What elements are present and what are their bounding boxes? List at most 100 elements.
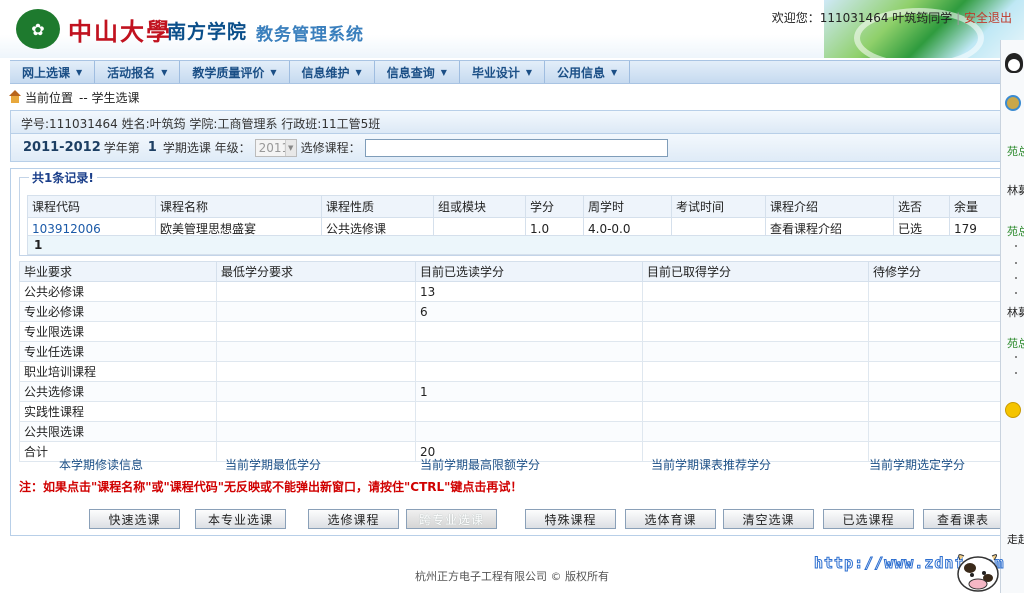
term-max-credit-link[interactable]: 当前学期最高限额学分 <box>420 456 540 473</box>
menu-info-maintenance[interactable]: 信息维护 ▼ <box>290 61 375 83</box>
credit-cell <box>868 401 1011 422</box>
menu-activity-registration[interactable]: 活动报名 ▼ <box>95 61 181 83</box>
credit-cell <box>868 281 1011 302</box>
page-number-link[interactable]: 1 <box>34 238 42 252</box>
menu-label: 教学质量评价 <box>192 65 265 80</box>
column-header: 毕业要求 <box>19 261 217 282</box>
special-course-button[interactable]: 特殊课程 <box>525 509 616 529</box>
action-buttons: 快速选课 本专业选课 选修课程 跨专业选课 特殊课程 选体育课 清空选课 已选课… <box>89 509 1009 531</box>
credit-cell <box>642 421 869 442</box>
system-name: 教务管理系统 <box>256 25 364 45</box>
chat-side-panel: 苑总 林募 苑总 林募 苑总 走起 <box>1000 40 1024 593</box>
menu-label: 信息查询 <box>386 65 435 80</box>
credit-summary-table: 毕业要求 最低学分要求 目前已选读学分 目前已取得学分 待修学分 公共必修课 13… <box>19 261 1011 462</box>
cow-mascot-icon <box>957 554 999 592</box>
qq-penguin-icon[interactable] <box>1005 53 1023 73</box>
cross-major-button[interactable]: 跨专业选课 <box>406 509 497 529</box>
credit-table-body: 公共必修课 13 专业必修课 6 专业限选课 专业任选课 职业培训课程 公共选修课 1 实践性课程… <box>19 281 1011 462</box>
column-header: 学分 <box>525 195 584 218</box>
credit-cell <box>216 381 416 402</box>
credit-cell <box>415 401 643 422</box>
logout-link[interactable]: 安全退出 <box>964 11 1012 25</box>
smiley-emoji-icon[interactable] <box>1005 402 1021 418</box>
menu-label: 信息维护 <box>301 65 350 80</box>
menu-info-query[interactable]: 信息查询 ▼ <box>375 61 460 83</box>
credit-cell: 6 <box>415 301 643 322</box>
menu-online-course-selection[interactable]: 网上选课 ▼ <box>10 61 96 83</box>
chevron-down-icon: ▼ <box>525 67 533 77</box>
grade-select[interactable]: 2011 ▼ <box>254 138 297 157</box>
credit-cell <box>415 321 643 342</box>
chevron-down-icon: ▼ <box>270 67 277 77</box>
records-count-title: 共1条记录! <box>29 169 97 185</box>
credit-cell <box>216 301 416 322</box>
course-search-input[interactable] <box>364 138 668 157</box>
main-menu: 网上选课 ▼ 活动报名 ▼ 教学质量评价 ▼ 信息维护 ▼ 信息查询 ▼ 毕业设计 ▼ 公用… <box>10 60 1024 84</box>
quick-select-button[interactable]: 快速选课 <box>89 509 180 529</box>
term-study-info-link[interactable]: 本学期修读信息 <box>59 456 143 473</box>
table-header-row: 毕业要求 最低学分要求 目前已选读学分 目前已取得学分 待修学分 <box>19 261 1011 282</box>
term-min-credit-link[interactable]: 当前学期最低学分 <box>225 456 321 473</box>
welcome-text: 欢迎您：111031464 叶筑筠同学 <box>771 11 953 25</box>
column-header: 待修学分 <box>868 261 1011 282</box>
credit-cell: 1 <box>415 381 643 402</box>
major-course-button[interactable]: 本专业选课 <box>195 509 286 529</box>
chat-contact[interactable]: 林募 <box>1007 304 1024 320</box>
bullet-dot <box>1015 245 1017 247</box>
requirement-category: 专业限选课 <box>19 321 217 342</box>
selected-course-table: 课程代码 课程名称 课程性质 组或模块 学分 周学时 考试时间 课程介绍 选否 … <box>27 195 1017 240</box>
chat-contact[interactable]: 林募 <box>1007 182 1024 198</box>
college-name: 南方学院 <box>167 21 248 43</box>
breadcrumb-label: 当前位置 <box>25 90 74 105</box>
chat-contact[interactable]: 苑总 <box>1007 335 1024 351</box>
column-header: 选否 <box>893 195 950 218</box>
menu-graduation-design[interactable]: 毕业设计 ▼ <box>460 61 546 83</box>
menu-label: 网上选课 <box>22 65 71 80</box>
column-header: 课程名称 <box>155 195 322 218</box>
term-selected-credit-link[interactable]: 当前学期选定学分 <box>869 456 965 473</box>
chevron-down-icon: ▼ <box>440 67 447 77</box>
table-row: 专业任选课 <box>19 341 1011 362</box>
requirement-category: 专业必修课 <box>19 301 217 322</box>
column-header: 目前已选读学分 <box>415 261 643 282</box>
column-header: 组或模块 <box>433 195 526 218</box>
credit-cell <box>642 301 869 322</box>
table-row: 专业必修课 6 <box>19 301 1011 322</box>
credit-cell <box>642 281 869 302</box>
bullet-dot <box>1015 356 1017 358</box>
credit-cell <box>642 321 869 342</box>
chat-contact[interactable]: 苑总 <box>1007 143 1024 159</box>
column-header: 课程介绍 <box>765 195 894 218</box>
breadcrumb: 当前位置 -- 学生选课 <box>8 89 140 105</box>
view-timetable-button[interactable]: 查看课表 <box>923 509 1003 529</box>
credit-cell <box>642 341 869 362</box>
academic-year: 2011-2012 <box>23 140 101 155</box>
menu-label: 毕业设计 <box>471 65 520 80</box>
menu-teaching-evaluation[interactable]: 教学质量评价 ▼ <box>180 61 290 83</box>
chat-contact[interactable]: 走起 <box>1007 531 1024 547</box>
university-seal-icon: ✿ <box>16 9 60 49</box>
elective-course-button[interactable]: 选修课程 <box>308 509 399 529</box>
column-header: 周学时 <box>583 195 672 218</box>
requirement-category: 公共必修课 <box>19 281 217 302</box>
term-recommended-credit-link[interactable]: 当前学期课表推荐学分 <box>651 456 771 473</box>
messenger-icon[interactable] <box>1005 95 1021 111</box>
clear-selection-button[interactable]: 清空选课 <box>723 509 814 529</box>
column-header: 课程代码 <box>27 195 156 218</box>
course-filter-bar: 2011-2012 学年第 1 学期选课 年级： 2011 ▼ 选修课程： <box>10 134 1010 162</box>
credit-cell <box>868 301 1011 322</box>
table-row: 实践性课程 <box>19 401 1011 422</box>
credit-info-links: 本学期修读信息 当前学期最低学分 当前学期最高限额学分 当前学期课表推荐学分 当… <box>19 456 1011 474</box>
menu-public-info[interactable]: 公用信息 ▼ <box>545 61 631 83</box>
chat-contact[interactable]: 苑总 <box>1007 223 1024 239</box>
credit-cell <box>642 401 869 422</box>
selected-courses-button[interactable]: 已选课程 <box>823 509 914 529</box>
separator: | <box>956 11 961 25</box>
table-header-row: 课程代码 课程名称 课程性质 组或模块 学分 周学时 考试时间 课程介绍 选否 … <box>27 195 1017 218</box>
requirement-category: 实践性课程 <box>19 401 217 422</box>
credit-cell <box>216 421 416 442</box>
year-suffix: 学年第 <box>103 141 140 155</box>
term-suffix: 学期选课 年级： <box>162 141 251 155</box>
pe-course-button[interactable]: 选体育课 <box>625 509 716 529</box>
term-number: 1 <box>147 140 157 155</box>
